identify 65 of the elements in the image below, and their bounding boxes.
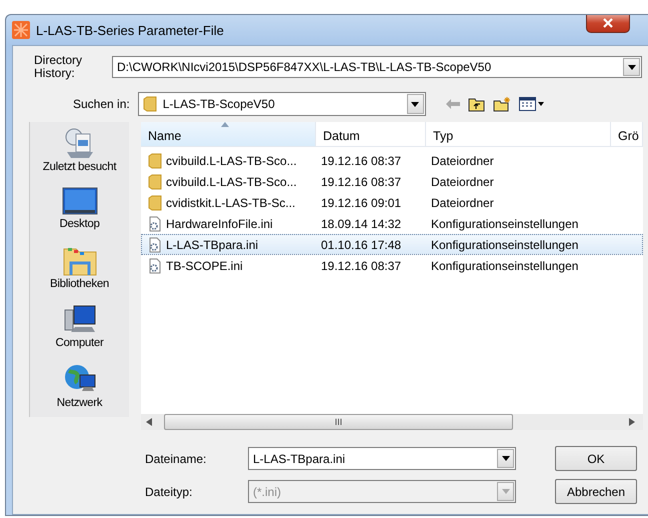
scrollbar-thumb[interactable]: III (164, 414, 513, 430)
close-button[interactable] (586, 15, 630, 33)
view-menu-icon[interactable] (518, 97, 545, 111)
libraries-folder-icon (62, 245, 98, 278)
places-item[interactable]: Netzwerk (56, 362, 102, 417)
file-row[interactable]: HardwareInfoFile.ini 18.09.14 14:32 Konfigurationseinstellungen (141, 213, 643, 234)
file-date: 19.12.16 08:37 (320, 174, 402, 188)
scroll-left-icon[interactable] (146, 418, 152, 426)
file-name: TB-SCOPE.ini (166, 258, 243, 272)
app-logo-icon (12, 21, 30, 39)
caret-icon (502, 489, 510, 494)
file-name: cvibuild.L-LAS-TB-Sco... (166, 154, 297, 168)
file-type: Dateiordner (430, 154, 495, 168)
file-date: 19.12.16 09:01 (320, 196, 402, 210)
directory-history-label: Directory History: (34, 54, 84, 80)
up-folder-icon[interactable] (468, 96, 485, 112)
file-date: 01.10.16 17:48 (320, 238, 402, 252)
file-type: Konfigurationseinstellungen (430, 238, 580, 252)
file-date: 19.12.16 08:37 (320, 258, 402, 272)
file-type-label: Dateityp: (145, 484, 194, 498)
places-item[interactable]: Desktop (59, 186, 100, 242)
file-name: L-LAS-TBpara.ini (166, 238, 258, 252)
folder-icon (148, 152, 162, 168)
folder-icon (148, 194, 162, 210)
places-item[interactable]: Computer (55, 304, 104, 358)
scroll-right-icon[interactable] (629, 418, 635, 426)
file-name: cvibuild.L-LAS-TB-Sco... (166, 174, 297, 188)
file-name: cvidistkit.L-LAS-TB-Sc... (166, 196, 296, 210)
caret-icon (411, 102, 420, 106)
cancel-button[interactable]: Abbrechen (555, 479, 637, 504)
places-item[interactable]: Zuletzt besucht (42, 128, 116, 183)
file-name-label: Dateiname: (145, 452, 208, 466)
file-name-combo[interactable]: L-LAS-TBpara.ini (248, 447, 516, 470)
file-name: HardwareInfoFile.ini (166, 216, 273, 230)
look-in-combo[interactable]: L-LAS-TB-ScopeV50 (138, 92, 426, 116)
look-in-label: Suchen in: (73, 97, 130, 111)
file-row[interactable]: cvidistkit.L-LAS-TB-Sc... 19.12.16 09:01 Dateiordner (141, 192, 643, 213)
window-title: L-LAS-TB-Series Parameter-File (36, 22, 224, 38)
look-in-value: L-LAS-TB-ScopeV50 (162, 97, 275, 111)
file-row[interactable]: TB-SCOPE.ini 19.12.16 08:37 Konfigurationseinstellungen (141, 255, 643, 276)
close-icon (602, 18, 614, 28)
folder-icon (148, 174, 162, 190)
places-item[interactable]: Bibliotheken (50, 245, 110, 300)
file-row[interactable]: cvibuild.L-LAS-TB-Sco... 19.12.16 08:37 Dateiordner (141, 150, 643, 171)
file-type: Konfigurationseinstellungen (430, 216, 580, 230)
horizontal-scrollbar[interactable]: III (141, 414, 643, 430)
column-header[interactable]: Name (141, 122, 316, 146)
desktop-icon (62, 186, 98, 217)
settings-file-icon (148, 216, 162, 232)
file-date: 19.12.16 08:37 (320, 154, 402, 168)
file-type: Dateiordner (430, 174, 495, 188)
file-row[interactable]: cvibuild.L-LAS-TB-Sco... 19.12.16 08:37 Dateiordner (141, 171, 643, 192)
ok-button[interactable]: OK (555, 446, 637, 471)
file-type: Dateiordner (430, 196, 495, 210)
file-date: 18.09.14 14:32 (320, 216, 402, 230)
new-folder-icon[interactable] (492, 96, 511, 112)
directory-history-combo[interactable]: D:\CWORK\NIcvi2015\DSP56F847XX\L-LAS-TB\L-LAS-TB-ScopeV50 (112, 56, 642, 78)
file-row[interactable]: L-LAS-TBpara.ini 01.10.16 17:48 Konfigurationseinstellungen (141, 234, 643, 255)
caret-icon (628, 64, 636, 70)
settings-file-icon (148, 258, 162, 274)
settings-file-icon (148, 236, 162, 252)
file-type: Konfigurationseinstellungen (430, 258, 580, 272)
caret-icon (502, 456, 510, 461)
folder-icon (142, 96, 157, 112)
sort-arrow-icon (221, 122, 229, 127)
